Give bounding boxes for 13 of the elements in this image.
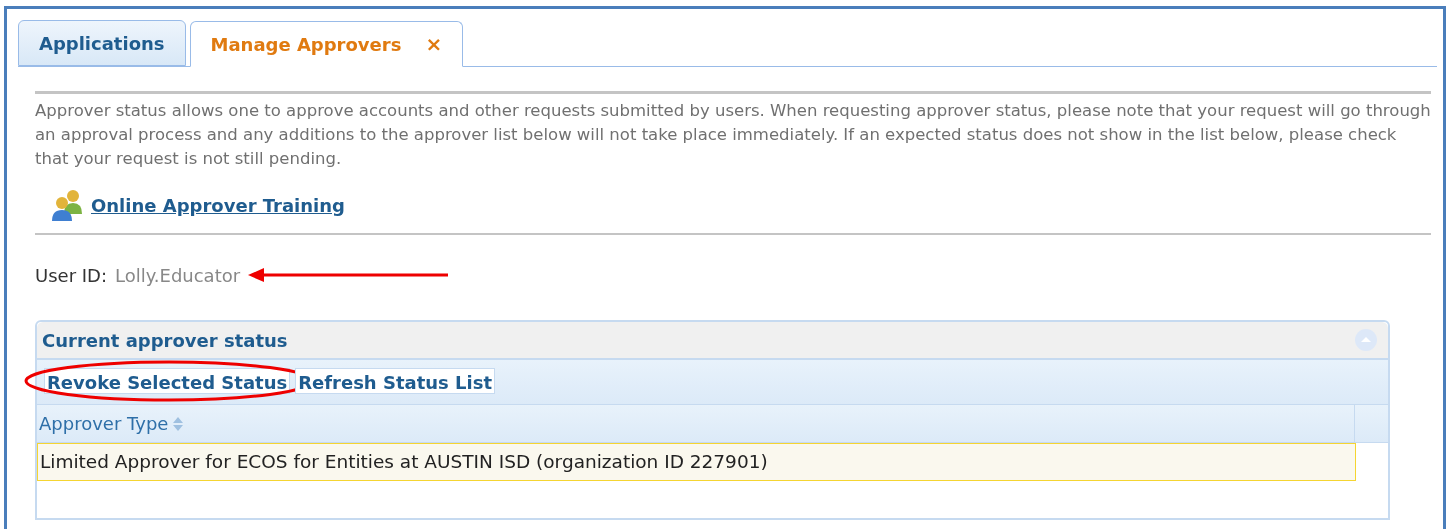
table-cell-text: Limited Approver for ECOS for Entities at AUSTIN ISD (organization ID 227901) [39,450,768,475]
table-row[interactable]: Limited Approver for ECOS for Entities at AUSTIN ISD (organization ID 227901) [37,443,1356,481]
intro-paragraph: Approver status allows one to approve accounts and other requests submitted by users. When requesting approver status, please note that your request will go through an approval process and any additions to the approver list below will not take place immediately. If an expected status does not show in the list below, please check that your request is not still pending. [35,100,1431,170]
user-id-value: Lolly.Educator [115,263,241,288]
panel-title: Current approver status [42,328,288,353]
users-icon [51,188,85,222]
toolbar-button[interactable]: Revoke Selected Status [44,368,291,394]
training-link[interactable]: Online Approver Training [91,191,345,219]
sort-icon [173,416,184,431]
tab[interactable]: Applications [18,20,186,66]
toolbar-button[interactable]: Refresh Status List [295,368,496,394]
user-id-label: User ID: [35,263,107,288]
collapse-icon[interactable] [1355,329,1377,351]
